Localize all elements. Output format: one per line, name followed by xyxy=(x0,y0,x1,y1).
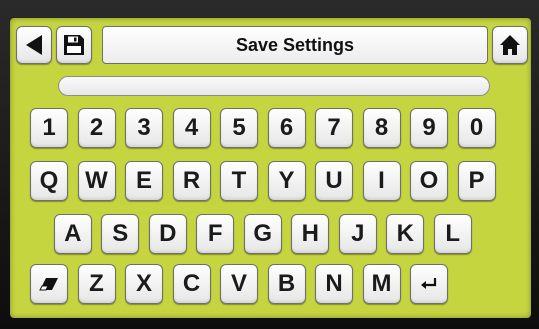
key-g[interactable]: G xyxy=(243,214,282,254)
key-n[interactable]: N xyxy=(315,264,353,304)
key-h[interactable]: H xyxy=(291,214,330,254)
key-q[interactable]: Q xyxy=(30,161,68,201)
key-j[interactable]: J xyxy=(338,214,377,254)
device-bezel: Save Settings 1234567890 QWERTYUIOP ASDFGH… xyxy=(0,0,539,329)
header-bar: Save Settings xyxy=(10,18,531,72)
key-0[interactable]: 0 xyxy=(457,108,496,148)
enter-icon xyxy=(420,277,438,291)
enter-key[interactable] xyxy=(410,264,448,304)
key-l[interactable]: L xyxy=(433,214,472,254)
key-b[interactable]: B xyxy=(267,264,306,304)
key-y[interactable]: Y xyxy=(267,161,306,201)
save-button[interactable] xyxy=(56,26,92,64)
key-u[interactable]: U xyxy=(315,161,353,201)
key-z[interactable]: Z xyxy=(77,264,116,304)
eraser-key[interactable] xyxy=(30,264,68,304)
key-p[interactable]: P xyxy=(457,161,496,201)
home-icon xyxy=(499,34,521,56)
key-5[interactable]: 5 xyxy=(220,108,258,148)
key-a[interactable]: A xyxy=(53,214,92,254)
text-entry-field[interactable] xyxy=(58,76,490,96)
key-4[interactable]: 4 xyxy=(172,108,211,148)
key-f[interactable]: F xyxy=(196,214,235,254)
key-7[interactable]: 7 xyxy=(315,108,353,148)
key-t[interactable]: T xyxy=(220,161,258,201)
key-e[interactable]: E xyxy=(125,161,163,201)
page-title: Save Settings xyxy=(102,26,488,64)
key-m[interactable]: M xyxy=(362,264,401,304)
eraser-icon xyxy=(39,277,59,291)
key-9[interactable]: 9 xyxy=(410,108,448,148)
key-o[interactable]: O xyxy=(410,161,448,201)
key-8[interactable]: 8 xyxy=(362,108,401,148)
key-1[interactable]: 1 xyxy=(30,108,68,148)
key-6[interactable]: 6 xyxy=(267,108,306,148)
key-x[interactable]: X xyxy=(125,264,163,304)
back-arrow-icon xyxy=(24,34,44,56)
key-d[interactable]: D xyxy=(148,214,187,254)
key-v[interactable]: V xyxy=(220,264,258,304)
key-k[interactable]: K xyxy=(386,214,425,254)
touch-screen: Save Settings 1234567890 QWERTYUIOP ASDFGH… xyxy=(10,18,531,318)
floppy-disk-icon xyxy=(63,34,85,56)
key-2[interactable]: 2 xyxy=(77,108,116,148)
back-button[interactable] xyxy=(16,26,52,64)
key-3[interactable]: 3 xyxy=(125,108,163,148)
key-c[interactable]: C xyxy=(172,264,211,304)
key-w[interactable]: W xyxy=(77,161,116,201)
key-s[interactable]: S xyxy=(101,214,140,254)
home-button[interactable] xyxy=(492,26,528,64)
key-i[interactable]: I xyxy=(362,161,401,201)
key-r[interactable]: R xyxy=(172,161,211,201)
